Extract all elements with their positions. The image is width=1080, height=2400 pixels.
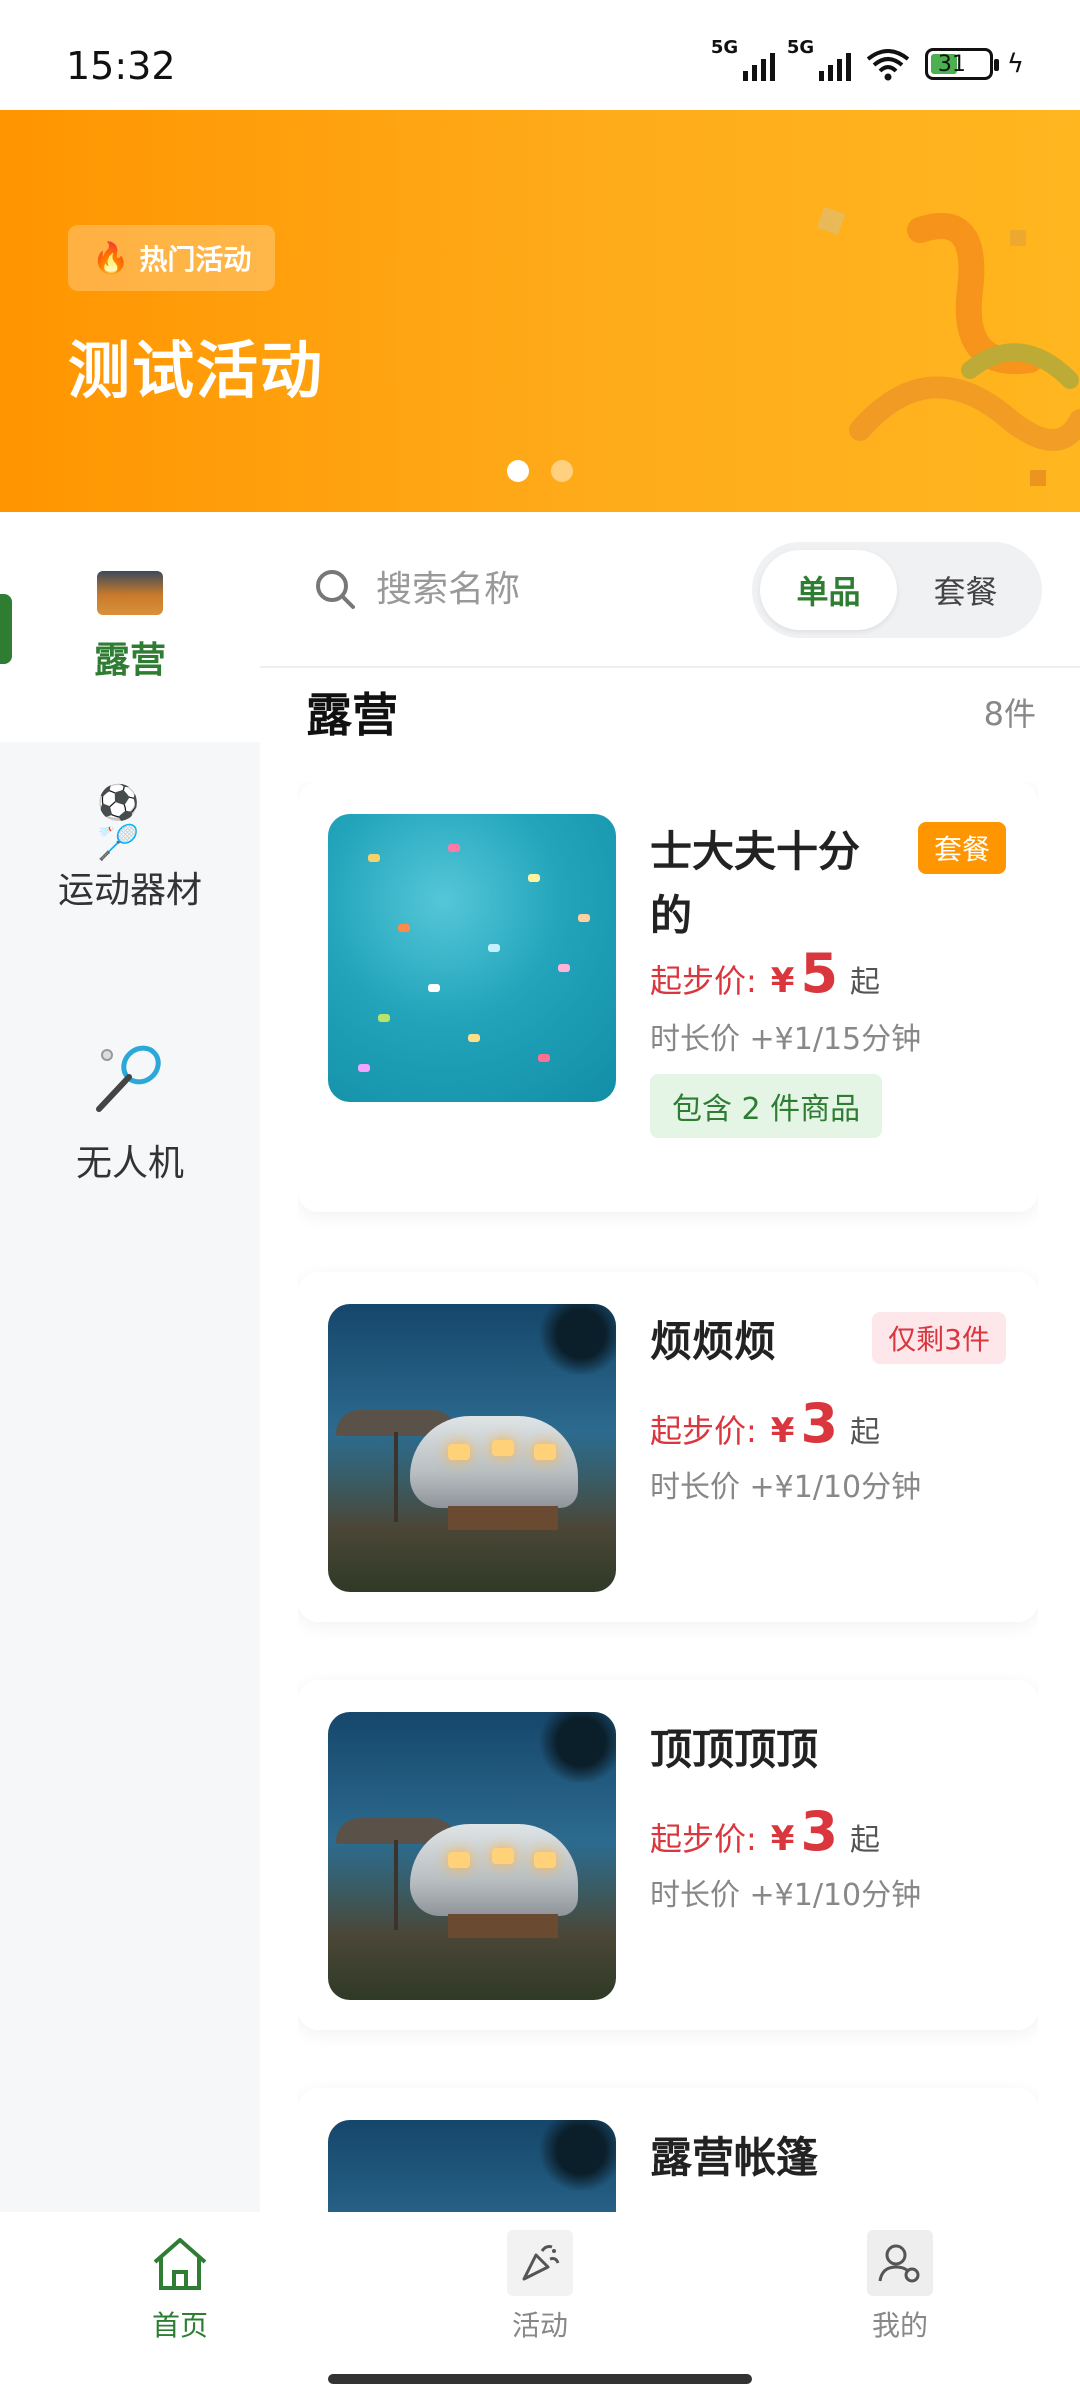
- start-price: 起步价: ¥ 5 起: [650, 942, 881, 1005]
- product-card[interactable]: 烦烦烦 仅剩3件 起步价: ¥ 3 起 时长价 +¥1/10分钟: [298, 1272, 1038, 1622]
- tab-activity[interactable]: 活动: [440, 2230, 640, 2344]
- package-badge: 套餐: [917, 822, 1006, 874]
- product-card[interactable]: 顶顶顶顶 起步价: ¥ 3 起 时长价 +¥1/10分钟: [298, 1680, 1038, 2030]
- party-popper-icon: [507, 2230, 573, 2296]
- product-image: [328, 1712, 616, 2000]
- fire-icon: 🔥: [92, 240, 130, 276]
- toggle-single-item[interactable]: 单品: [760, 550, 897, 630]
- cellular-signal-icon-2: 5G: [787, 37, 851, 81]
- product-name: 士大夫十分的: [650, 827, 861, 940]
- status-bar: 15:32 5G 5G 31 ϟ: [0, 0, 1080, 110]
- product-name: 顶顶顶顶: [650, 1725, 819, 1774]
- stock-badge: 仅剩3件: [872, 1312, 1006, 1364]
- product-image: [328, 2120, 616, 2212]
- hot-activity-tag: 🔥 热门活动: [68, 225, 276, 291]
- cellular-signal-icon: 5G: [711, 37, 775, 81]
- start-price: 起步价: ¥ 3 起: [650, 1800, 881, 1863]
- category-sidebar: 露营 ⚽🏸 运动器材 无人机: [0, 512, 260, 2212]
- sports-equipment-icon: ⚽🏸: [97, 783, 140, 863]
- section-header: 露营 8件: [306, 672, 1036, 752]
- badminton-racket-icon: [90, 1038, 170, 1118]
- product-name: 烦烦烦: [650, 1317, 777, 1366]
- camping-thumbnail: [97, 571, 163, 615]
- activity-banner[interactable]: 🔥 热门活动 测试活动: [0, 110, 1080, 512]
- start-price: 起步价: ¥ 3 起: [650, 1392, 881, 1455]
- duration-price: 时长价 +¥1/10分钟: [650, 1470, 922, 1505]
- charging-icon: ϟ: [1006, 49, 1024, 79]
- included-items-tag: 包含 2 件商品: [650, 1074, 883, 1138]
- product-type-toggle[interactable]: 单品 套餐: [752, 542, 1042, 638]
- battery-icon: 31: [924, 48, 999, 80]
- sidebar-item-camping[interactable]: 露营: [0, 512, 260, 742]
- search-icon: [316, 570, 355, 609]
- status-time: 15:32: [66, 44, 176, 88]
- section-item-count: 8件: [983, 695, 1036, 733]
- party-decoration-icon: [816, 206, 1080, 486]
- product-image: [328, 1304, 616, 1592]
- search-bar[interactable]: [314, 552, 734, 626]
- sidebar-item-drone[interactable]: 无人机: [0, 997, 260, 1227]
- home-icon: [147, 2230, 213, 2296]
- tab-home[interactable]: 首页: [80, 2230, 280, 2344]
- product-list: 士大夫十分的 套餐 起步价: ¥ 5 起 时长价 +¥1/15分钟 包含 2 件…: [298, 782, 1038, 2212]
- product-card[interactable]: 露营帐篷: [298, 2088, 1038, 2212]
- product-card[interactable]: 士大夫十分的 套餐 起步价: ¥ 5 起 时长价 +¥1/15分钟 包含 2 件…: [298, 782, 1038, 1212]
- duration-price: 时长价 +¥1/10分钟: [650, 1878, 922, 1913]
- duration-price: 时长价 +¥1/15分钟: [650, 1022, 922, 1057]
- wifi-icon: [866, 49, 910, 81]
- pagination-dot[interactable]: [551, 460, 573, 482]
- home-indicator[interactable]: [328, 2374, 752, 2384]
- banner-title: 测试活动: [68, 334, 325, 407]
- tab-mine[interactable]: 我的: [800, 2230, 1000, 2344]
- product-name: 露营帐篷: [650, 2133, 819, 2182]
- search-input[interactable]: [376, 568, 676, 610]
- banner-pagination: [0, 460, 1080, 482]
- active-indicator: [0, 594, 12, 664]
- toggle-package[interactable]: 套餐: [897, 550, 1034, 630]
- bottom-tab-bar: 首页 活动 我的: [0, 2212, 1080, 2400]
- search-row: 单品 套餐: [260, 512, 1080, 668]
- pagination-dot-active[interactable]: [507, 460, 529, 482]
- product-image: [328, 814, 616, 1102]
- status-icons: 5G 5G 31 ϟ: [711, 37, 1024, 84]
- product-list-panel: 单品 套餐 露营 8件 士大夫十分的 套餐: [260, 512, 1080, 2212]
- section-title: 露营: [306, 688, 398, 742]
- sidebar-item-sports-equipment[interactable]: ⚽🏸 运动器材: [0, 742, 260, 972]
- user-settings-icon: [867, 2230, 933, 2296]
